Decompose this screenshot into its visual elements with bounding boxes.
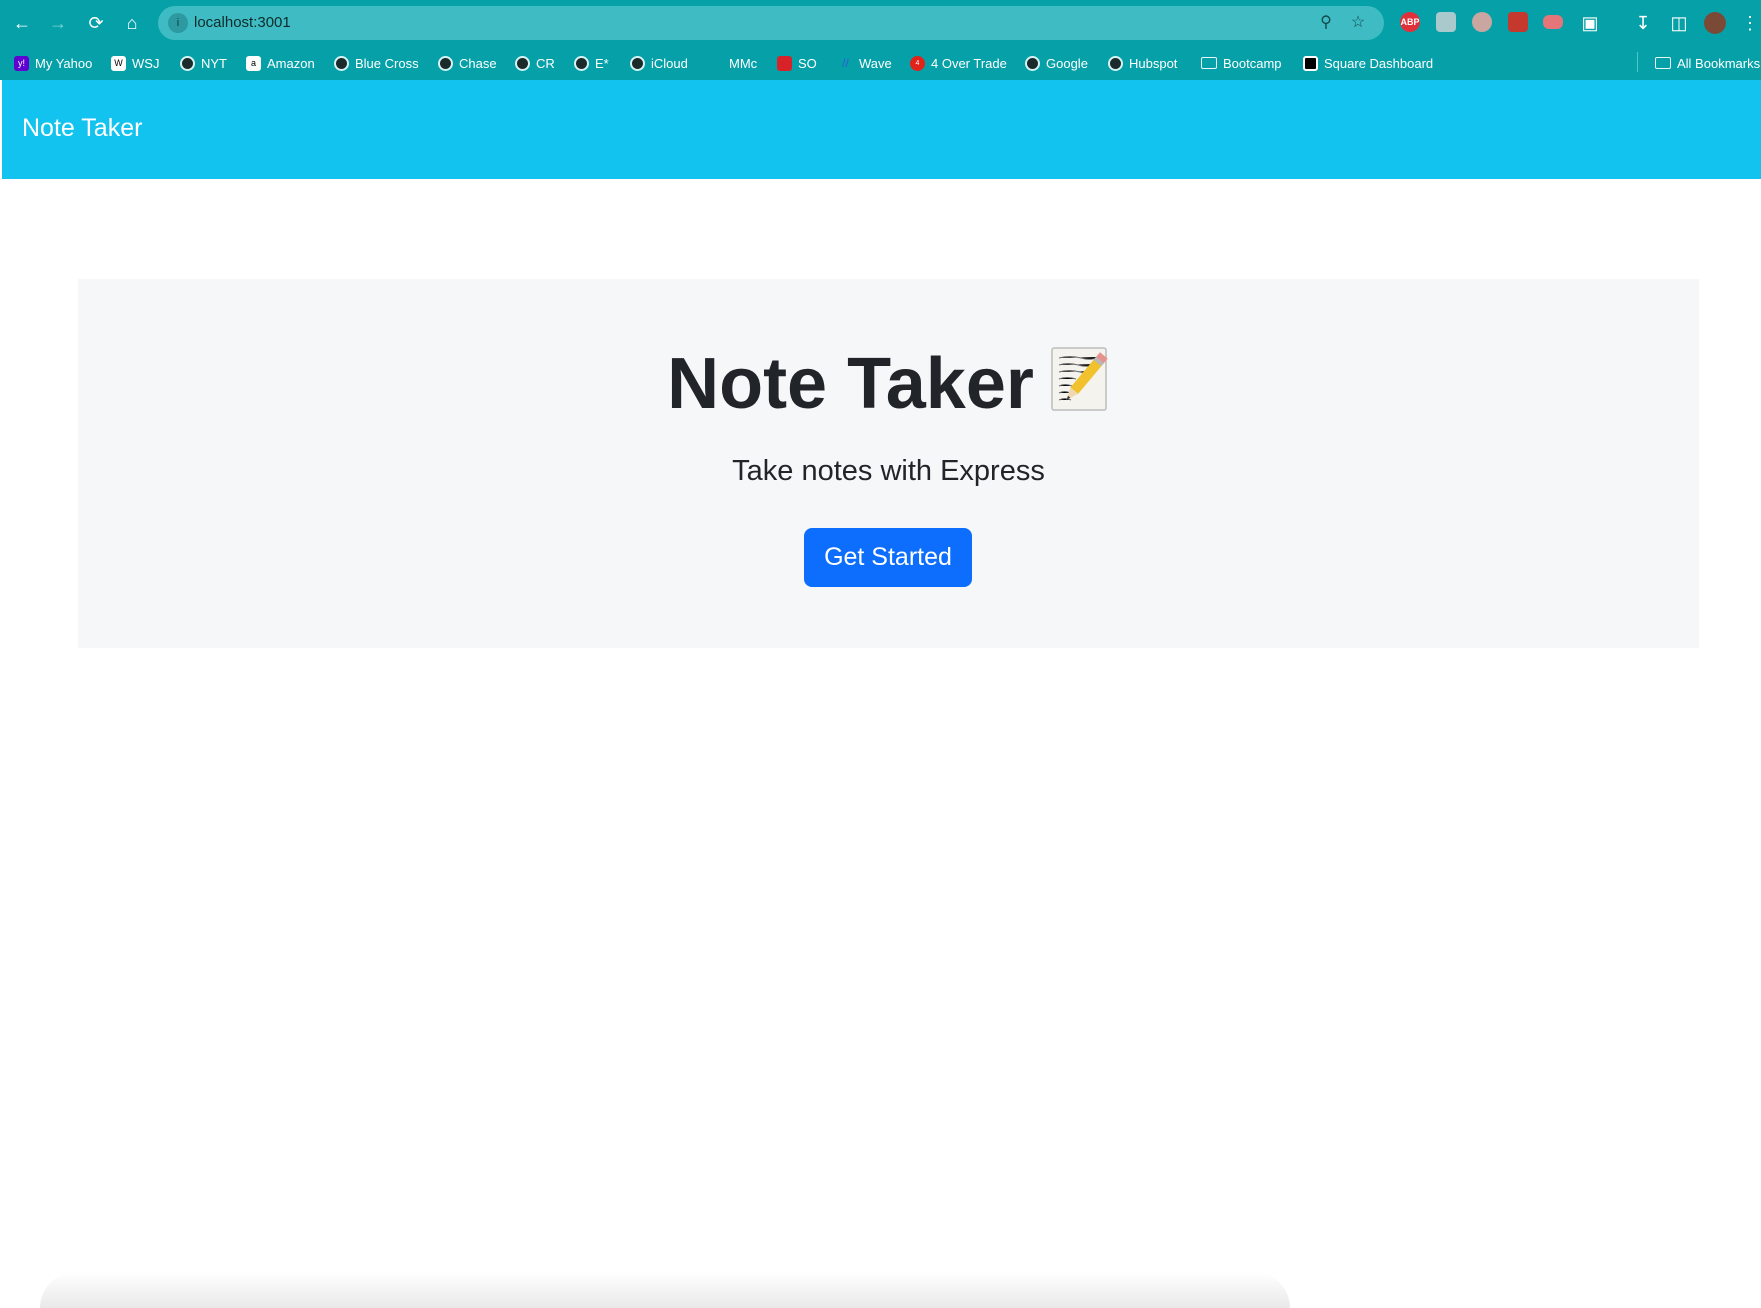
bookmark-label: MMc [729,55,758,71]
bookmark-4-over-trade[interactable]: 4 4 Over Trade [910,54,1007,72]
bookmark-label: SO [798,55,817,71]
bookmark-blue-cross[interactable]: Blue Cross [334,54,419,72]
bookmark-my-yahoo[interactable]: y! My Yahoo [14,54,92,72]
globe-icon [630,55,645,71]
bookmark-folder-bootcamp[interactable]: Bootcamp [1201,54,1282,72]
app-navbar: Note Taker [2,80,1761,179]
bookmark-label: iCloud [651,55,688,71]
bookmark-google[interactable]: Google [1025,54,1088,72]
globe-icon [574,55,589,71]
hero-title-text: Note Taker [667,344,1034,424]
folder-icon [1201,57,1217,69]
bookmark-amazon[interactable]: a Amazon [246,54,315,72]
extension-k-icon[interactable] [1436,12,1456,32]
hero-subtitle: Take notes with Express [732,455,1045,487]
bookmark-label: Blue Cross [355,55,419,71]
site-info-icon[interactable]: i [168,13,188,33]
wave-icon: // [842,55,849,70]
navbar-brand[interactable]: Note Taker [22,114,142,143]
square-icon [1303,55,1318,71]
bookmark-wsj[interactable]: W WSJ [111,54,159,72]
all-bookmarks-folder[interactable]: All Bookmarks [1655,54,1760,72]
bookmark-label: NYT [201,55,227,71]
bookmark-wave[interactable]: // Wave [838,54,892,72]
so-icon [777,55,792,71]
zoom-icon[interactable]: ⚲ [1316,13,1336,33]
side-panel-icon[interactable]: ◫ [1667,11,1691,35]
bookmark-label: Wave [859,55,892,71]
page-viewport: Note Taker Note Taker Take notes with Ex… [2,80,1761,1308]
apple-icon [708,56,723,71]
profile-avatar-icon[interactable] [1704,12,1726,34]
adblock-icon[interactable]: ABP [1400,12,1420,32]
bookmark-cr[interactable]: CR [515,54,555,72]
bookmark-mmc[interactable]: MMc [708,54,757,72]
globe-icon [438,55,453,71]
browser-toolbar: ← → ⟳ ⌂ i localhost:3001 ⚲ ☆ ABP ▣ ↧ ◫ ⋮ [0,0,1761,46]
extension-red-icon[interactable] [1508,12,1528,32]
back-arrow-icon[interactable]: ← [10,11,34,35]
adblock-label: ABP [1400,17,1420,27]
4over-icon: 4 [910,55,925,71]
bookmark-label: E* [595,55,609,71]
url-text[interactable]: localhost:3001 [194,14,291,31]
extension-record-icon[interactable] [1543,15,1563,29]
globe-icon [180,55,195,71]
bookmark-so[interactable]: SO [777,54,817,72]
bookmark-label: Chase [459,55,497,71]
extensions-puzzle-icon[interactable]: ▣ [1578,11,1602,35]
menu-kebab-icon[interactable]: ⋮ [1738,11,1761,35]
amazon-icon: a [246,55,261,71]
bookmark-label: Amazon [267,55,315,71]
memo-pencil-icon [1050,346,1110,414]
bookmark-label: CR [536,55,555,71]
wsj-icon: W [111,55,126,71]
address-bar[interactable]: i localhost:3001 ⚲ ☆ [158,6,1384,40]
home-icon[interactable]: ⌂ [120,11,144,35]
bookmark-hubspot[interactable]: Hubspot [1108,54,1177,72]
bookmarks-divider [1637,52,1638,72]
forward-arrow-icon[interactable]: → [46,11,70,35]
bookmark-square-dashboard[interactable]: Square Dashboard [1303,54,1433,72]
folder-icon [1655,57,1671,69]
bookmark-icloud[interactable]: iCloud [630,54,688,72]
bookmark-star-icon[interactable]: ☆ [1348,13,1368,33]
download-icon[interactable]: ↧ [1631,11,1655,35]
globe-icon [1025,55,1040,71]
hero-title: Note Taker [78,343,1699,425]
reload-icon[interactable]: ⟳ [84,11,108,35]
browser-chrome: ← → ⟳ ⌂ i localhost:3001 ⚲ ☆ ABP ▣ ↧ ◫ ⋮… [0,0,1761,80]
bookmark-chase[interactable]: Chase [438,54,497,72]
bookmark-label: My Yahoo [35,55,93,71]
yahoo-icon: y! [14,55,29,71]
hero-section: Note Taker Take notes with Express Get S… [78,279,1699,648]
get-started-button[interactable]: Get Started [804,528,972,587]
bookmark-nyt[interactable]: NYT [180,54,227,72]
all-bookmarks-label: All Bookmarks [1677,55,1761,71]
bookmark-etrade[interactable]: E* [574,54,609,72]
bookmark-label: Square Dashboard [1324,55,1434,71]
globe-icon [1108,55,1123,71]
bookmark-label: Hubspot [1129,55,1178,71]
extension-owl-icon[interactable] [1472,12,1492,32]
bookmark-label: 4 Over Trade [931,55,1007,71]
window-bottom-shadow [40,1272,1290,1308]
bookmark-label: Bootcamp [1223,55,1282,71]
bookmarks-bar: y! My Yahoo W WSJ NYT a Amazon Blue Cros… [0,46,1761,80]
bookmark-label: Google [1046,55,1088,71]
bookmark-label: WSJ [132,55,160,71]
globe-icon [334,55,349,71]
globe-icon [515,55,530,71]
